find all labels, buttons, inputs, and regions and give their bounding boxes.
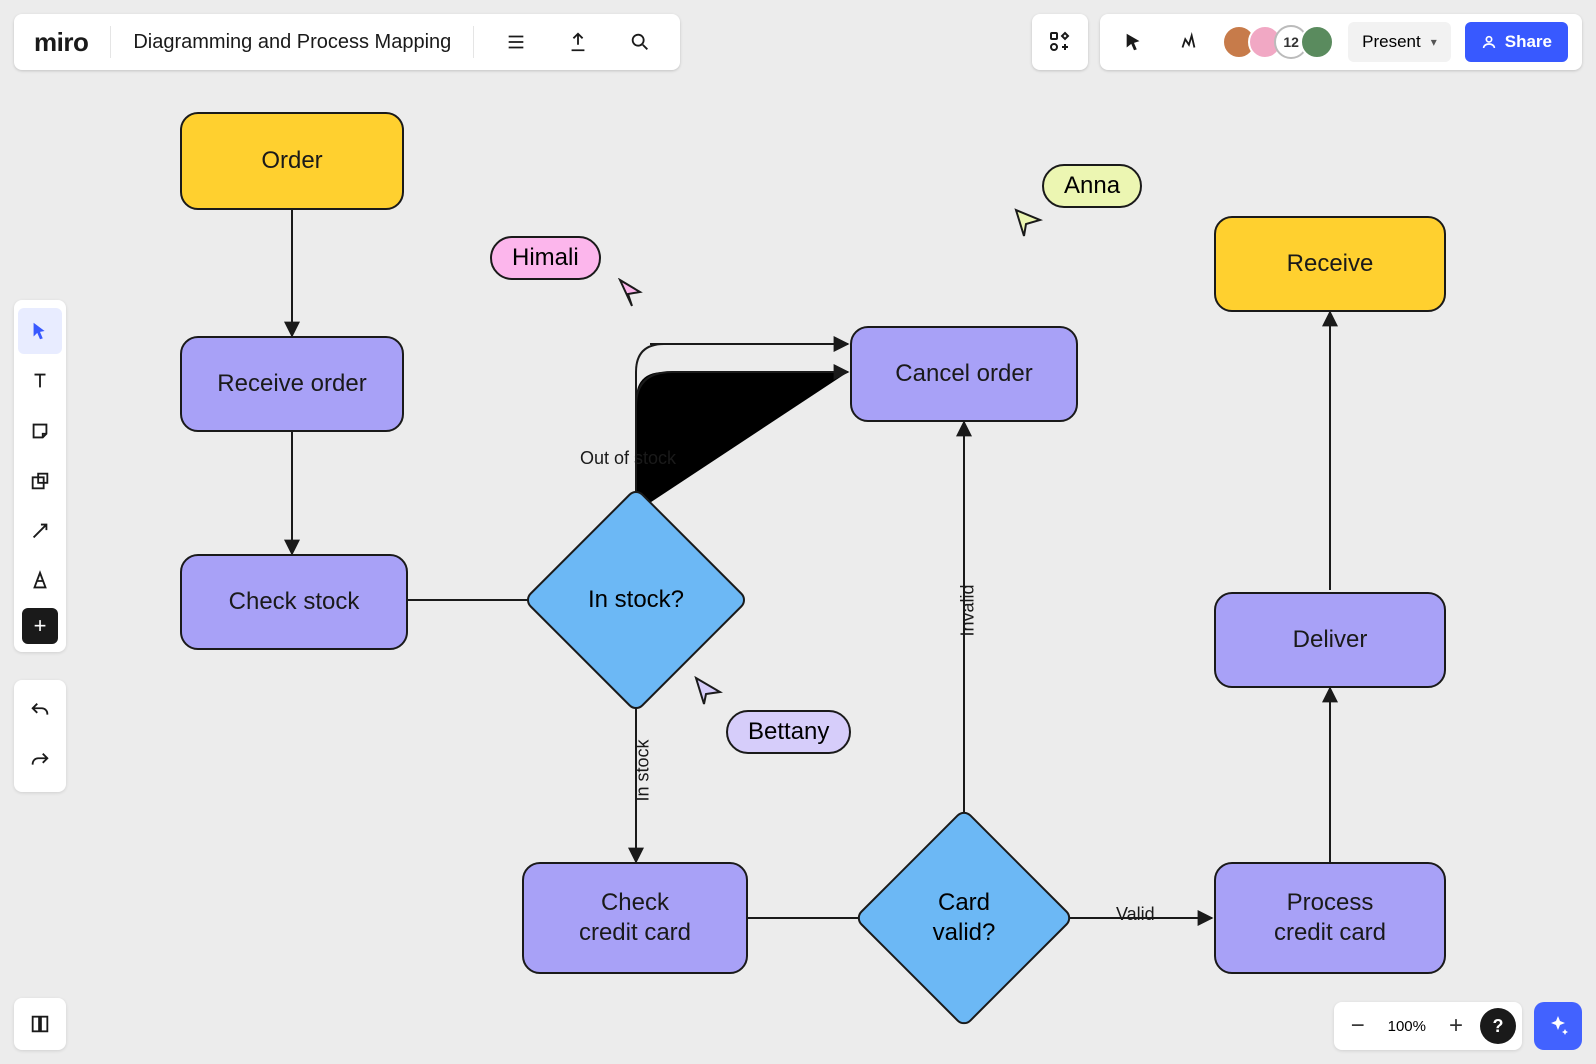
board-title[interactable]: Diagramming and Process Mapping [133, 31, 451, 54]
ai-assist-button[interactable] [1534, 1002, 1582, 1050]
redo-button[interactable] [18, 738, 62, 784]
tool-sticky[interactable] [18, 408, 62, 454]
canvas[interactable]: Out of stock In stock Invalid Valid Orde… [0, 0, 1596, 1064]
board-header: miro Diagramming and Process Mapping [14, 14, 680, 70]
cursor-icon [1014, 208, 1044, 238]
cursor-label-anna: Anna [1042, 164, 1142, 208]
node-process-cc[interactable]: Process credit card [1214, 862, 1446, 974]
node-deliver[interactable]: Deliver [1214, 592, 1446, 688]
zoom-out-button[interactable]: − [1340, 1008, 1376, 1044]
tool-add[interactable]: + [22, 608, 58, 644]
cursor-follow-icon[interactable] [1114, 22, 1154, 62]
left-toolbar: + [14, 300, 66, 652]
export-icon[interactable] [558, 22, 598, 62]
chevron-down-icon: ▾ [1431, 35, 1437, 49]
tool-select[interactable] [18, 308, 62, 354]
app-logo[interactable]: miro [34, 27, 88, 58]
node-in-stock-q[interactable]: In stock? [556, 520, 716, 680]
frames-panel-button[interactable] [14, 998, 66, 1050]
node-in-stock-q-label: In stock? [588, 585, 684, 615]
cursor-icon [618, 278, 648, 308]
search-icon[interactable] [620, 22, 660, 62]
node-check-stock[interactable]: Check stock [180, 554, 408, 650]
node-cancel-order[interactable]: Cancel order [850, 326, 1078, 422]
node-card-valid-q-label: Card valid? [933, 888, 996, 948]
tool-text[interactable] [18, 358, 62, 404]
divider [473, 26, 474, 58]
help-button[interactable]: ? [1480, 1008, 1516, 1044]
reactions-icon[interactable] [1168, 22, 1208, 62]
node-receive[interactable]: Receive [1214, 216, 1446, 312]
divider [110, 26, 111, 58]
zoom-in-button[interactable]: + [1438, 1008, 1474, 1044]
node-check-cc[interactable]: Check credit card [522, 862, 748, 974]
present-label: Present [1362, 32, 1421, 52]
cursor-icon [694, 676, 724, 706]
node-card-valid-q[interactable]: Card valid? [886, 840, 1042, 996]
undo-button[interactable] [18, 688, 62, 734]
edge-label-in-stock: In stock [633, 739, 654, 801]
zoom-level[interactable]: 100% [1382, 1018, 1432, 1035]
avatar[interactable] [1300, 25, 1334, 59]
node-order[interactable]: Order [180, 112, 404, 210]
node-receive-order[interactable]: Receive order [180, 336, 404, 432]
edge-label-out-of-stock: Out of stock [580, 448, 676, 469]
tool-arrow[interactable] [18, 508, 62, 554]
tool-pen[interactable] [18, 558, 62, 604]
cursor-label-bettany: Bettany [726, 710, 851, 754]
hamburger-icon[interactable] [496, 22, 536, 62]
tool-shape[interactable] [18, 458, 62, 504]
apps-button[interactable] [1032, 14, 1088, 70]
cursor-label-himali: Himali [490, 236, 601, 280]
share-label: Share [1505, 32, 1552, 52]
edge-label-invalid: Invalid [958, 584, 979, 636]
present-button[interactable]: Present ▾ [1348, 22, 1451, 62]
edge-label-valid: Valid [1116, 904, 1155, 925]
zoom-panel: − 100% + ? [1334, 1002, 1522, 1050]
avatar-stack[interactable]: 12 [1222, 25, 1334, 59]
undo-redo-panel [14, 680, 66, 792]
share-button[interactable]: Share [1465, 22, 1568, 62]
bottom-right-controls: − 100% + ? [1334, 1002, 1582, 1050]
collab-panel: 12 Present ▾ Share [1100, 14, 1582, 70]
